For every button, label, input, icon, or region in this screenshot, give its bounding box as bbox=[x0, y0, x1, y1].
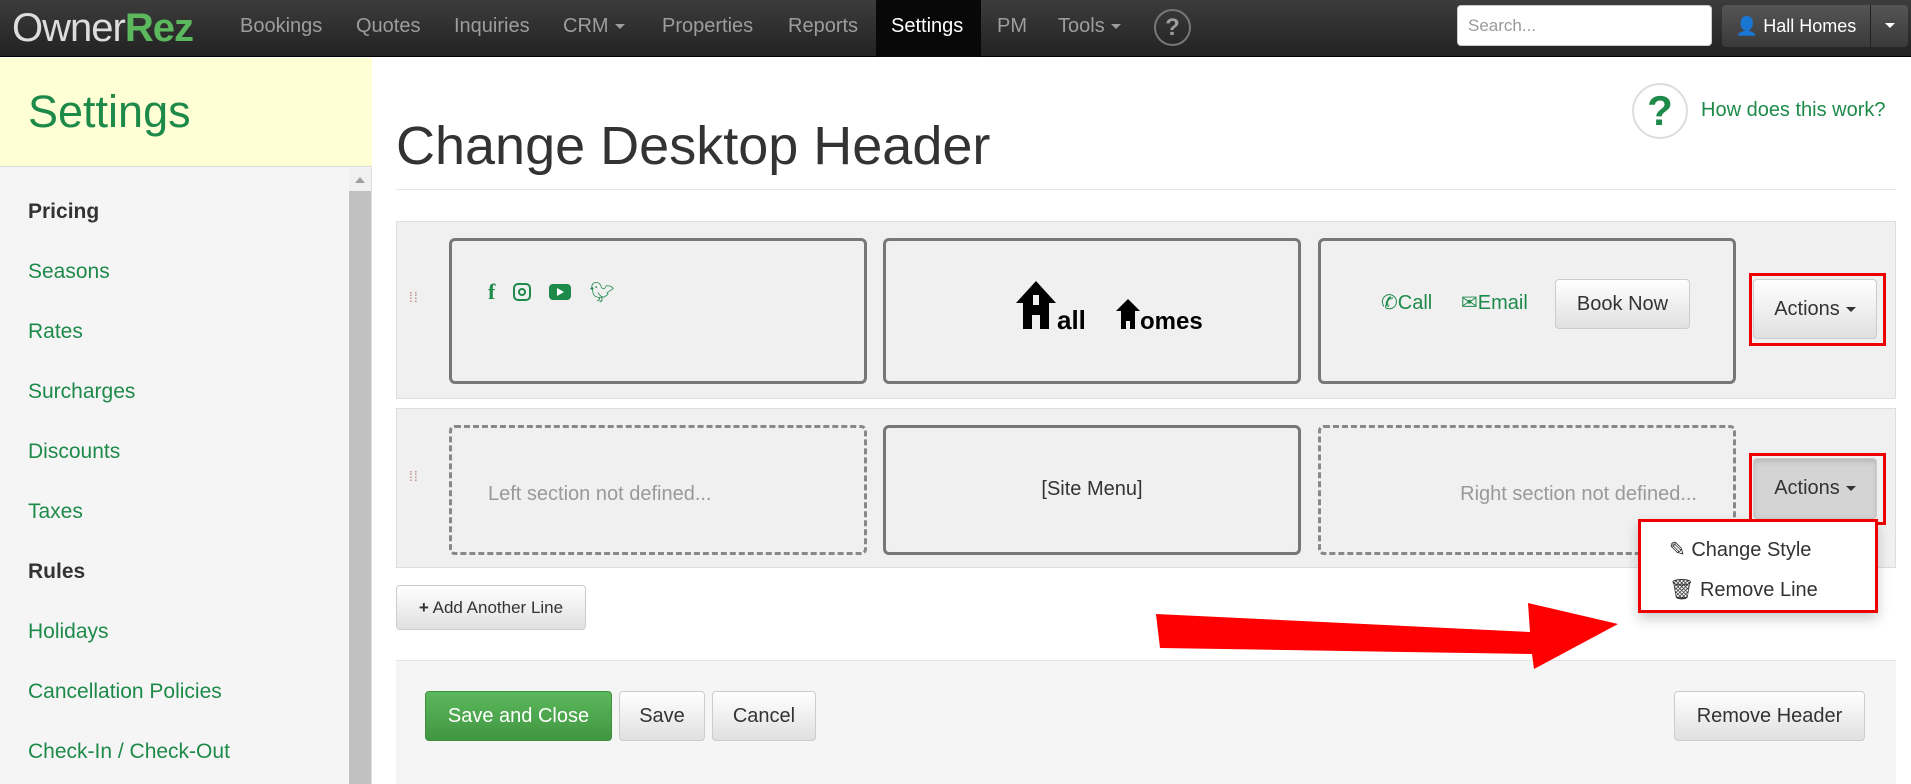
remove-line-label: Remove Line bbox=[1699, 579, 1818, 601]
red-arrow-annotation bbox=[1156, 603, 1618, 669]
change-style-label: Change Style bbox=[1691, 539, 1812, 561]
menu-item-change-style[interactable]: ✎ Change Style bbox=[1669, 537, 1811, 562]
trash-icon: 🗑︎ bbox=[1669, 579, 1695, 601]
arrow-shape bbox=[1156, 603, 1618, 669]
edit-icon: ✎ bbox=[1669, 539, 1686, 561]
menu-item-remove-line[interactable]: 🗑︎ Remove Line bbox=[1669, 577, 1818, 602]
actions-dropdown-menu: ✎ Change Style 🗑︎ Remove Line bbox=[1638, 519, 1878, 613]
